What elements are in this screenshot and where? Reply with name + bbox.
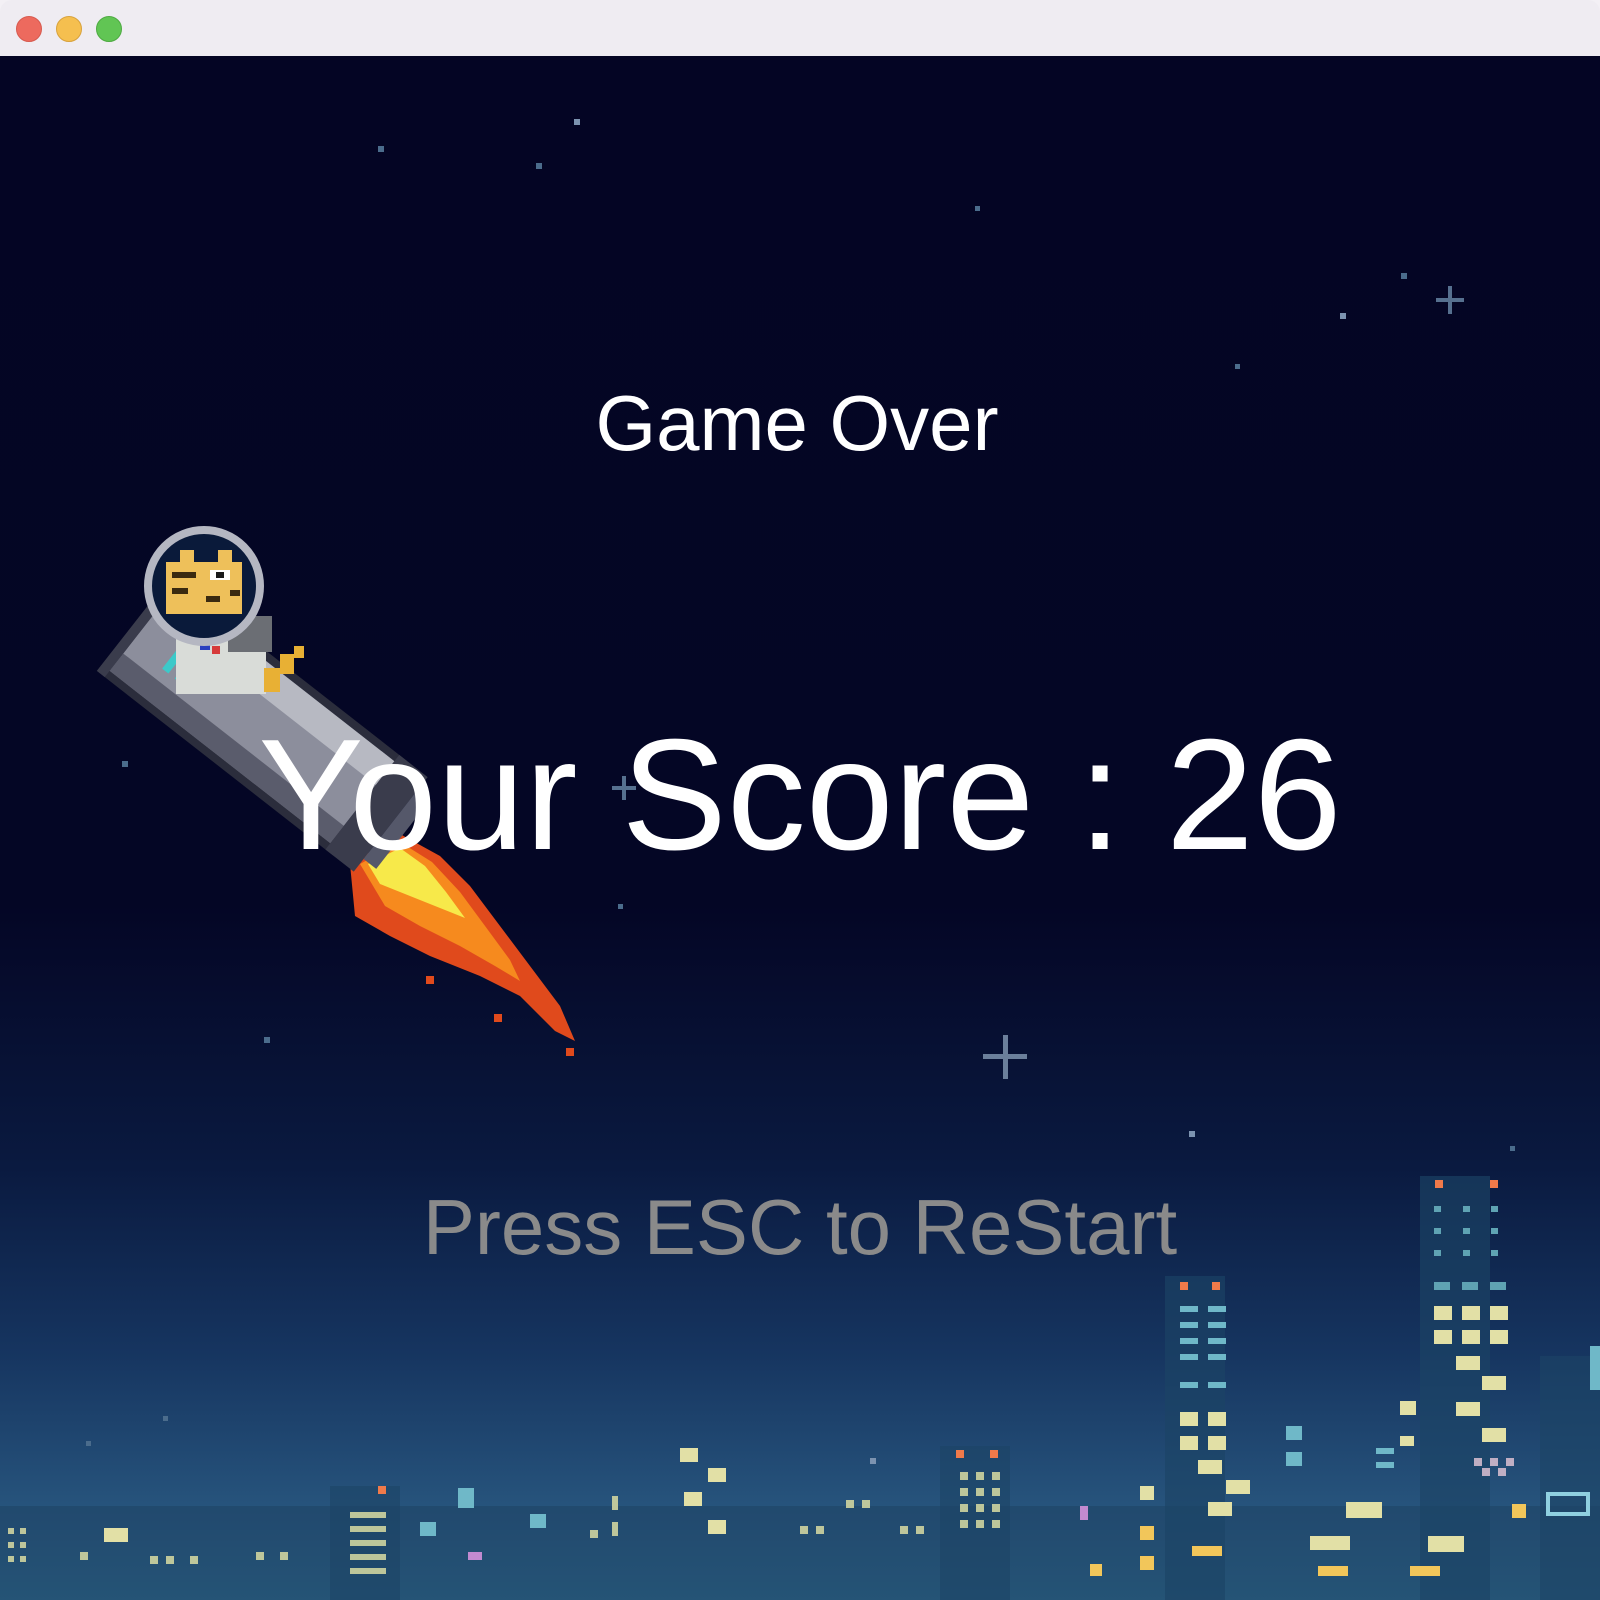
close-window-button[interactable]: [16, 16, 42, 42]
game-over-title: Game Over: [595, 379, 999, 467]
score-display: Your Score : 26: [0, 716, 1600, 874]
game-canvas[interactable]: Game Over Your Score : 26 Press ESC to R…: [0, 56, 1600, 1600]
restart-prompt: Press ESC to ReStart: [422, 1183, 1178, 1271]
score-value: 26: [1165, 707, 1342, 883]
maximize-window-button[interactable]: [96, 16, 122, 42]
game-over-overlay: Game Over Your Score : 26 Press ESC to R…: [0, 56, 1600, 1600]
score-separator: :: [1078, 707, 1123, 883]
window-titlebar: [0, 0, 1600, 57]
game-window: Game Over Your Score : 26 Press ESC to R…: [0, 0, 1600, 1600]
minimize-window-button[interactable]: [56, 16, 82, 42]
score-label: Your Score: [258, 707, 1035, 883]
